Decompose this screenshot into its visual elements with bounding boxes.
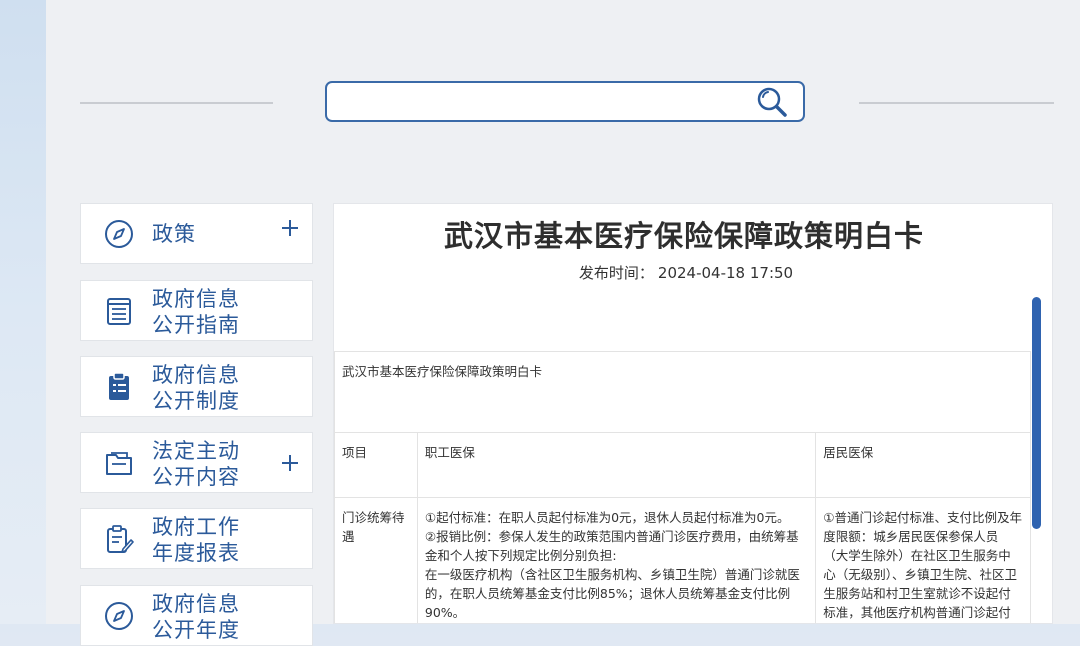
scrollbar-thumb[interactable] — [1032, 297, 1041, 529]
sidebar-item-policy[interactable]: 政策 — [80, 203, 313, 264]
sidebar-item-statutory-content[interactable]: 法定主动 公开内容 — [80, 432, 313, 493]
header-item: 项目 — [334, 432, 418, 498]
compass-icon — [105, 602, 133, 630]
table-header-row: 项目 职工医保 居民医保 — [334, 432, 1031, 498]
cell-resident: ①普通门诊起付标准、支付比例及年度限额：城乡居民医保参保人员（大学生除外）在社区… — [815, 497, 1031, 623]
search-icon[interactable] — [755, 85, 789, 119]
sidebar-item-label: 政府信息 公开指南 — [152, 286, 272, 338]
article-title: 武汉市基本医疗保险保障政策明白卡 — [443, 219, 924, 253]
publish-time: 发布时间： 2024-04-18 17:50 — [334, 262, 1034, 283]
table-caption: 武汉市基本医疗保险保障政策明白卡 — [334, 351, 1031, 433]
cell-item: 门诊统筹待遇 — [334, 497, 418, 623]
publish-time-label: 发布时间： — [578, 264, 654, 282]
employee-para-2: ②报销比例：参保人发生的政策范围内普通门诊医疗费用，由统筹基金和个人按下列规定比… — [424, 529, 799, 563]
cell-employee: ①起付标准：在职人员起付标准为0元，退休人员起付标准为0元。 ②报销比例：参保人… — [416, 497, 817, 623]
label-line-2: 公开年度 — [152, 618, 240, 642]
document-list-icon — [107, 298, 131, 325]
compass-icon — [105, 220, 133, 248]
background-left-strip — [0, 0, 46, 624]
search-box — [325, 81, 805, 122]
sidebar-item-disclosure-system[interactable]: 政府信息 公开制度 — [80, 356, 313, 417]
label-line-1: 政府信息 — [152, 363, 240, 387]
search-divider-right — [859, 102, 1054, 104]
search-input[interactable] — [339, 91, 753, 115]
table-caption-row: 武汉市基本医疗保险保障政策明白卡 — [334, 351, 1031, 433]
sidebar-item-label: 法定主动 公开内容 — [152, 438, 272, 490]
header-employee: 职工医保 — [416, 432, 817, 498]
article-panel: 武汉市基本医疗保险保障政策明白卡 发布时间： 2024-04-18 17:50 武… — [333, 203, 1053, 624]
label-line-1: 政府信息 — [152, 287, 240, 311]
employee-para-1: ①起付标准：在职人员起付标准为0元，退休人员起付标准为0元。 — [424, 510, 790, 525]
policy-table: 武汉市基本医疗保险保障政策明白卡 项目 职工医保 居民医保 门诊统筹待遇 ①起付… — [334, 351, 1031, 623]
sidebar-item-label: 政府信息 公开制度 — [152, 362, 272, 414]
report-edit-icon — [107, 525, 134, 553]
folder-icon — [106, 452, 132, 475]
label-line-1: 政府工作 — [152, 515, 240, 539]
sidebar-item-label: 政策 — [152, 222, 196, 246]
label-line-1: 政府信息 — [152, 592, 240, 616]
sidebar-item-label: 政府信息 公开年度 — [152, 591, 272, 643]
label-line-1: 法定主动 — [152, 439, 240, 463]
search-divider-left — [80, 102, 273, 104]
employee-para-3: 在一级医疗机构（含社区卫生服务机构、乡镇卫生院）普通门诊就医的，在职人员统筹基金… — [424, 567, 800, 620]
table-row: 门诊统筹待遇 ①起付标准：在职人员起付标准为0元，退休人员起付标准为0元。 ②报… — [334, 497, 1031, 623]
sidebar-item-annual-disclosure[interactable]: 政府信息 公开年度 — [80, 585, 313, 646]
label-line-2: 公开指南 — [152, 313, 240, 337]
sidebar-item-annual-report[interactable]: 政府工作 年度报表 — [80, 508, 313, 569]
expand-plus-icon[interactable] — [280, 453, 300, 473]
header-resident: 居民医保 — [815, 432, 1031, 498]
sidebar-item-disclosure-guide[interactable]: 政府信息 公开指南 — [80, 280, 313, 341]
clipboard-icon — [109, 372, 129, 400]
expand-plus-icon[interactable] — [280, 218, 300, 238]
label-line-2: 年度报表 — [152, 541, 240, 565]
publish-time-value: 2024-04-18 17:50 — [657, 264, 794, 282]
label-line-2: 公开制度 — [152, 389, 240, 413]
label-line-2: 公开内容 — [152, 465, 240, 489]
sidebar-item-label: 政府工作 年度报表 — [152, 514, 272, 566]
